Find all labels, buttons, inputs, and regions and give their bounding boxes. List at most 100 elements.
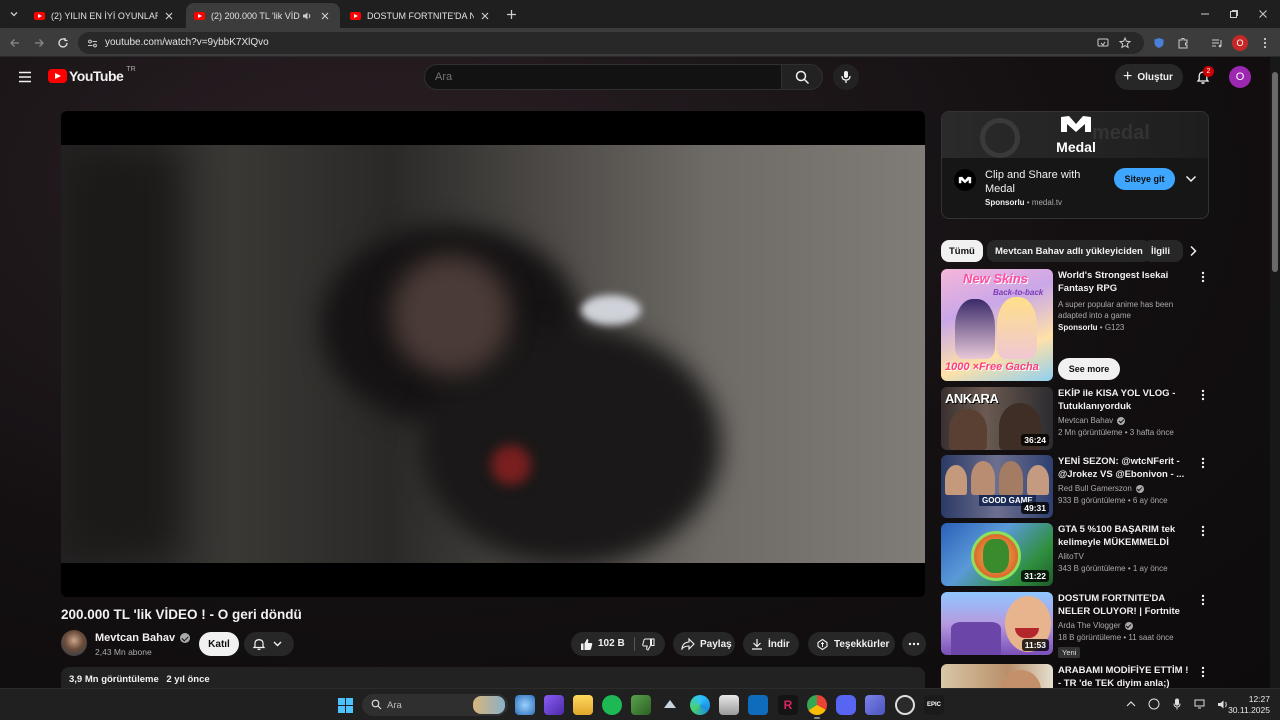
spotify-icon[interactable] (602, 695, 622, 715)
shield-extension-icon[interactable] (1150, 34, 1168, 52)
recommendation-item[interactable]: GOOD GAME 49:31 YENİ SEZON: @wtcNFerit -… (941, 455, 1209, 519)
recommendation-item[interactable]: 31:22 GTA 5 %100 BAŞARIM tek kelimeyle M… (941, 523, 1209, 587)
chip-related[interactable]: İlgili (1143, 240, 1183, 262)
ad-title[interactable]: Clip and Share with Medal (985, 168, 1105, 196)
more-vertical-icon[interactable] (1196, 665, 1210, 679)
taskbar-clock[interactable]: 12:27 30.11.2025 (1222, 694, 1270, 716)
download-button[interactable]: İndir (743, 632, 799, 656)
hamburger-menu-icon[interactable] (14, 66, 36, 88)
video-channel[interactable]: AlitoTV (1058, 552, 1190, 561)
like-button[interactable] (579, 637, 593, 651)
task-view-app-icon[interactable] (544, 695, 564, 715)
microsoft-store-icon[interactable] (719, 695, 739, 715)
subscribed-notifications-button[interactable] (244, 632, 294, 656)
page-scrollbar-thumb[interactable] (1272, 72, 1278, 272)
recommendation-item[interactable]: ANKARA 36:24 EKİP ile KISA YOL VLOG - Tu… (941, 387, 1209, 451)
video-channel[interactable]: Mevtcan Bahav (1058, 416, 1190, 425)
network-tray-icon[interactable] (1193, 697, 1207, 711)
minimize-window-icon[interactable] (1196, 5, 1214, 23)
copilot-tray-icon[interactable] (1147, 697, 1161, 711)
video-title[interactable]: DOSTUM FORTNITE'DA NELER OLUYOR! | Fortn… (1058, 592, 1190, 618)
voice-search-button[interactable] (833, 64, 859, 90)
youtube-logo[interactable]: YouTube TR (48, 66, 136, 84)
visit-site-button[interactable]: Siteye git (1114, 168, 1175, 190)
bookmark-star-icon[interactable] (1116, 34, 1134, 52)
browser-tab-3[interactable]: DOSTUM FORTNITE'DA NELER... (342, 3, 500, 28)
ad-banner[interactable]: medal Medal (942, 112, 1208, 158)
video-thumbnail[interactable] (941, 664, 1053, 688)
browser-tab-2-active[interactable]: (2) 200.000 TL 'lik VİDEO ! - (186, 3, 340, 28)
chip-from-uploader[interactable]: Mevtcan Bahav adlı yükleyiciden (987, 240, 1151, 262)
file-explorer-icon[interactable] (573, 695, 593, 715)
sponsored-title[interactable]: World's Strongest Isekai Fantasy RPG (1058, 269, 1190, 295)
video-title[interactable]: ARABAMI MODİFİYE ETTİM ! - TR 'de TEK di… (1058, 664, 1190, 688)
create-button[interactable]: + Oluştur (1115, 64, 1183, 90)
widgets-app-icon[interactable] (515, 695, 535, 715)
address-bar[interactable]: youtube.com/watch?v=9ybbK7XlQvo (78, 32, 1144, 54)
video-title[interactable]: EKİP ile KISA YOL VLOG - Tutuklanıyorduk (1058, 387, 1190, 413)
tray-expand-chevron-icon[interactable] (1124, 697, 1138, 711)
back-arrow-icon[interactable] (6, 34, 24, 52)
riot-client-icon[interactable]: R (778, 695, 798, 715)
browser-tab-1[interactable]: (2) YILIN EN İYİ OYUNLARINI TA... (26, 3, 184, 28)
outlook-icon[interactable] (748, 695, 768, 715)
chatgpt-icon[interactable] (895, 695, 915, 715)
microphone-tray-icon[interactable] (1170, 697, 1184, 711)
windows-start-icon[interactable] (337, 697, 353, 713)
description-box[interactable]: 3,9 Mn görüntüleme 2 yıl önce (61, 667, 925, 688)
tab-search-chevron-icon[interactable] (6, 6, 22, 22)
see-more-button[interactable]: See more (1058, 358, 1120, 380)
more-vertical-icon[interactable] (1196, 524, 1210, 538)
minecraft-launcher-icon[interactable] (631, 695, 651, 715)
video-thumbnail[interactable]: ANKARA 36:24 (941, 387, 1053, 450)
sponsored-thumbnail[interactable]: New Skins Back-to-back 1000 ×Free Gacha (941, 269, 1053, 381)
forward-arrow-icon[interactable] (30, 34, 48, 52)
recommendation-item[interactable]: ARABAMI MODİFİYE ETTİM ! - TR 'de TEK di… (941, 664, 1209, 688)
video-thumbnail[interactable]: 11:53 (941, 592, 1053, 655)
join-button[interactable]: Katıl (199, 632, 239, 656)
search-button[interactable] (781, 64, 823, 90)
video-player[interactable] (61, 111, 925, 597)
steam-icon[interactable] (660, 695, 680, 715)
thanks-button[interactable]: Teşekkürler (808, 632, 895, 656)
edge-browser-icon[interactable] (690, 695, 710, 715)
more-vertical-icon[interactable] (1196, 270, 1210, 284)
browser-menu-dots-icon[interactable] (1256, 34, 1274, 52)
teams-icon[interactable] (865, 695, 885, 715)
chrome-browser-icon[interactable] (807, 695, 827, 719)
video-channel[interactable]: Red Bull Gamerszon (1058, 484, 1190, 493)
recommendation-item[interactable]: 11:53 DOSTUM FORTNITE'DA NELER OLUYOR! |… (941, 592, 1210, 658)
taskbar-search-box[interactable]: Ara (362, 694, 508, 716)
video-title[interactable]: GTA 5 %100 BAŞARIM tek kelimeyle MÜKEMME… (1058, 523, 1190, 549)
chips-next-arrow-icon[interactable] (1185, 243, 1201, 259)
close-window-icon[interactable] (1254, 5, 1272, 23)
restore-window-icon[interactable] (1225, 5, 1243, 23)
more-actions-button[interactable] (902, 632, 926, 656)
epic-games-icon[interactable]: EPIC (924, 695, 944, 715)
video-channel[interactable]: Arda The Vlogger (1058, 621, 1190, 630)
more-vertical-icon[interactable] (1196, 456, 1210, 470)
discord-icon[interactable] (836, 695, 856, 715)
more-vertical-icon[interactable] (1196, 593, 1210, 607)
extensions-puzzle-icon[interactable] (1174, 34, 1192, 52)
close-tab-icon[interactable] (478, 9, 492, 23)
account-avatar[interactable]: O (1229, 66, 1251, 88)
more-vertical-icon[interactable] (1196, 388, 1210, 402)
video-thumbnail[interactable]: 31:22 (941, 523, 1053, 586)
close-tab-icon[interactable] (162, 9, 176, 23)
video-title[interactable]: YENİ SEZON: @wtcNFerit - @Jrokez VS @Ebo… (1058, 455, 1190, 481)
speaker-icon[interactable] (300, 9, 314, 23)
close-tab-icon[interactable] (318, 9, 332, 23)
cast-icon[interactable] (1094, 34, 1112, 52)
dislike-button[interactable] (641, 637, 655, 651)
share-button[interactable]: Paylaş (673, 632, 735, 656)
channel-name[interactable]: Mevtcan Bahav (95, 632, 191, 644)
profile-avatar[interactable]: O (1232, 35, 1248, 51)
channel-avatar[interactable] (61, 630, 87, 656)
video-thumbnail[interactable]: GOOD GAME 49:31 (941, 455, 1053, 518)
site-info-icon[interactable] (84, 35, 100, 51)
media-controls-icon[interactable] (1208, 34, 1226, 52)
new-tab-plus-icon[interactable] (503, 6, 519, 22)
search-input[interactable] (424, 64, 782, 90)
ad-expand-chevron-icon[interactable] (1183, 171, 1199, 187)
